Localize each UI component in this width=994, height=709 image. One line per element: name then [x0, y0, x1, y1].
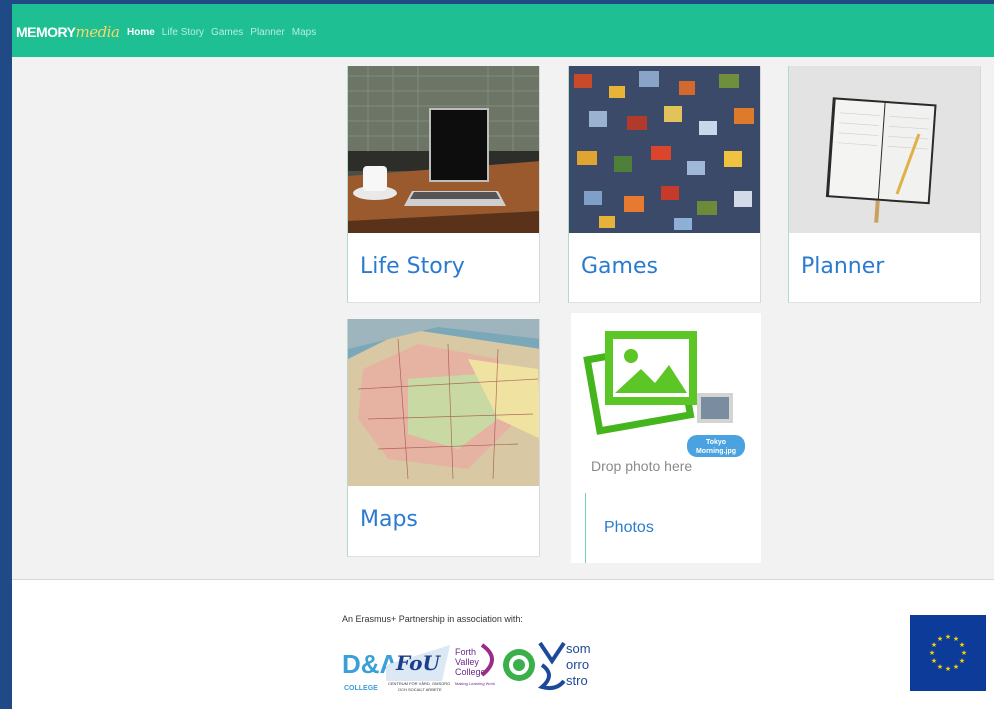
logo-forth-1: Forth — [455, 647, 476, 657]
planner-image — [789, 66, 980, 233]
svg-text:★: ★ — [959, 641, 965, 649]
nav-life-story[interactable]: Life Story — [162, 27, 204, 38]
svg-text:★: ★ — [953, 663, 959, 671]
page: MEMORYmedia Home Life Story Games Planne… — [12, 4, 994, 709]
photo-upload-image: Tokyo Morning.jpg Drop photo here — [571, 313, 761, 491]
photos-card-divider — [585, 493, 586, 563]
logo-forth-tag: Making Learning Work — [455, 681, 495, 686]
svg-text:★: ★ — [959, 657, 965, 665]
nav-maps[interactable]: Maps — [292, 27, 316, 38]
file-label-line1: Tokyo — [706, 439, 726, 446]
nav-games[interactable]: Games — [211, 27, 243, 38]
logo-da-sub: COLLEGE — [344, 685, 378, 692]
card-title-photos: Photos — [604, 519, 654, 536]
svg-text:★: ★ — [945, 633, 951, 641]
svg-text:★: ★ — [945, 665, 951, 673]
logo-fou-sub1: CENTRUM FÖR VÅRD, OMSORG — [388, 681, 450, 686]
drop-photo-text: Drop photo here — [591, 458, 692, 474]
logo-fou-sub2: OCH SOCIALT ARBETE — [398, 687, 442, 692]
svg-text:★: ★ — [929, 649, 935, 657]
card-title-maps: Maps — [360, 507, 418, 532]
card-title-games: Games — [581, 254, 658, 279]
somorrostro-logo[interactable]: som orro stro — [537, 641, 591, 691]
card-games[interactable]: Games — [568, 66, 761, 303]
card-life-story[interactable]: Life Story — [347, 66, 540, 303]
puzzle-image — [569, 66, 760, 233]
card-title-life-story: Life Story — [360, 254, 465, 279]
green-circle-logo[interactable] — [503, 649, 535, 681]
card-maps[interactable]: Maps — [347, 319, 540, 557]
logo-som-1: som — [566, 641, 591, 656]
partnership-text: An Erasmus+ Partnership in association w… — [342, 614, 523, 624]
logo-forth-3: College — [455, 667, 486, 677]
footer: An Erasmus+ Partnership in association w… — [12, 579, 994, 709]
file-label-line2: Morning.jpg — [696, 448, 736, 455]
svg-text:★: ★ — [961, 649, 967, 657]
map-image — [348, 319, 539, 486]
brand-logo[interactable]: MEMORYmedia — [16, 23, 120, 41]
eu-flag-logo: ★ ★ ★ ★ ★ ★ ★ ★ ★ ★ ★ ★ — [910, 615, 986, 691]
logo-fou-text: FoU — [395, 651, 441, 675]
card-planner[interactable]: Planner — [788, 66, 981, 303]
laptop-image — [348, 66, 539, 233]
nav-planner[interactable]: Planner — [250, 27, 284, 38]
svg-text:★: ★ — [931, 657, 937, 665]
fou-logo[interactable]: FoU CENTRUM FÖR VÅRD, OMSORG OCH SOCIALT… — [386, 645, 450, 692]
brand-media: media — [75, 23, 120, 41]
brand-memory: MEMORY — [16, 24, 76, 40]
partner-logos: D&A COLLEGE FoU CENTRUM FÖR VÅRD, OMSORG… — [342, 639, 591, 692]
svg-text:★: ★ — [937, 663, 943, 671]
navbar: MEMORYmedia Home Life Story Games Planne… — [12, 4, 994, 57]
forth-valley-logo[interactable]: Forth Valley College Making Learning Wor… — [455, 643, 495, 686]
svg-text:★: ★ — [937, 635, 943, 643]
logo-forth-2: Valley — [455, 657, 479, 667]
logo-som-2: orro — [566, 657, 589, 672]
card-photos[interactable]: Tokyo Morning.jpg Drop photo here Photos — [571, 313, 761, 563]
card-title-planner: Planner — [801, 254, 885, 279]
nav-home[interactable]: Home — [127, 27, 155, 38]
logo-som-3: stro — [566, 673, 588, 688]
nav-menu: Home Life Story Games Planner Maps — [127, 27, 316, 38]
